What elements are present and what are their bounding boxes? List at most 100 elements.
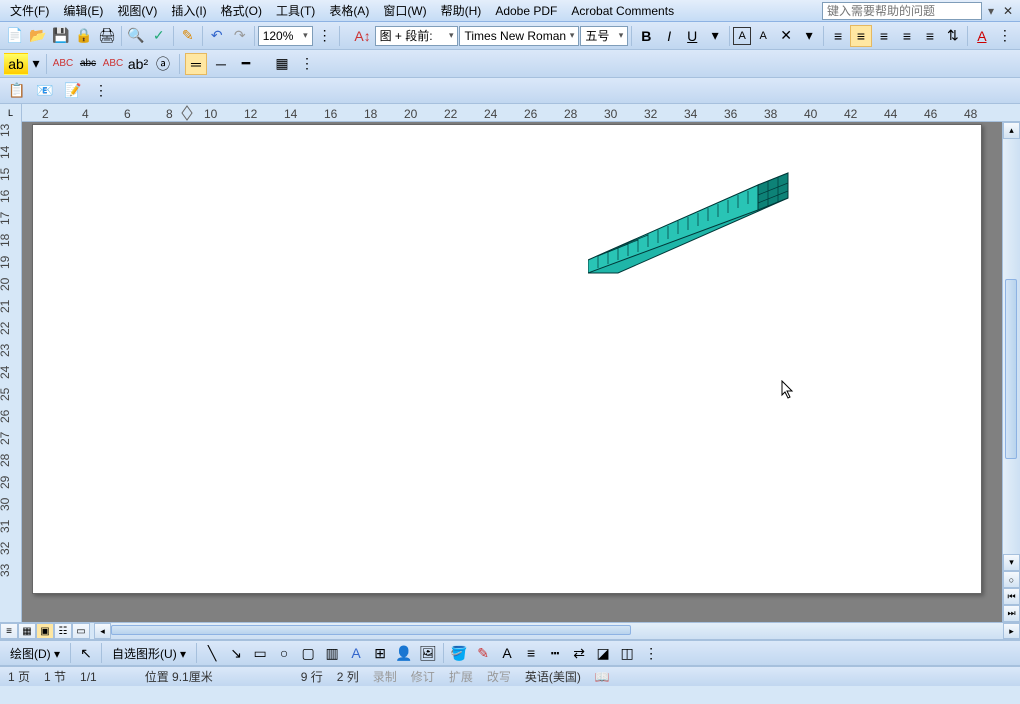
next-page-button[interactable]: ⏭ [1003, 605, 1020, 622]
char-border-button[interactable]: A [733, 27, 751, 45]
status-language[interactable]: 英语(美国) [525, 668, 581, 685]
underline-button[interactable]: U [681, 25, 703, 47]
save-button[interactable]: 💾 [50, 25, 72, 47]
status-extend[interactable]: 扩展 [449, 668, 473, 685]
textbox-tool-button[interactable]: ▢ [297, 642, 319, 664]
toolbar2-options[interactable]: ⋮ [296, 53, 318, 75]
spelling2-button[interactable]: ABC [52, 53, 74, 75]
border-none-button[interactable]: ═ [185, 53, 207, 75]
dash-style-button[interactable]: ┅ [544, 642, 566, 664]
menu-table[interactable]: 表格(A) [323, 0, 375, 21]
char-scale-button[interactable]: ✕ [775, 25, 797, 47]
prev-page-button[interactable]: ⏮ [1003, 588, 1020, 605]
pdf-toolbar-options[interactable]: ⋮ [90, 80, 112, 102]
draw-menu-button[interactable]: 绘图(D) ▾ [4, 643, 66, 664]
char-superscript-button[interactable]: ABC [102, 53, 124, 75]
draw-toolbar-options[interactable]: ⋮ [640, 642, 662, 664]
undo-button[interactable]: ↶ [206, 25, 228, 47]
open-button[interactable]: 📂 [27, 25, 49, 47]
diagram-button[interactable]: ⊞ [369, 642, 391, 664]
toolbar-options-button[interactable]: ⋮ [314, 25, 336, 47]
autoshapes-button[interactable]: 自选图形(U) ▾ [106, 643, 192, 664]
picture-button[interactable]: 🖼 [417, 642, 439, 664]
toolbar-options-2[interactable]: ⋮ [994, 25, 1016, 47]
fill-color-button[interactable]: 🪣 [448, 642, 470, 664]
align-left-button[interactable]: ≡ [827, 25, 849, 47]
document-page[interactable] [32, 124, 982, 594]
align-right-button[interactable]: ≡ [873, 25, 895, 47]
phonetic-button[interactable]: ⓐ [152, 53, 174, 75]
line-style-button[interactable]: ≡ [520, 642, 542, 664]
vertical-scrollbar[interactable]: ▴ ▾ ○ ⏮ ⏭ [1002, 122, 1020, 622]
menu-insert[interactable]: 插入(I) [165, 0, 212, 21]
oval-tool-button[interactable]: ○ [273, 642, 295, 664]
scroll-down-button[interactable]: ▾ [1003, 554, 1020, 571]
char-dropdown-button[interactable]: ▾ [798, 25, 820, 47]
help-search-input[interactable] [822, 2, 982, 20]
align-center-button[interactable]: ≡ [850, 25, 872, 47]
char-shading-button[interactable]: A [752, 25, 774, 47]
align-distribute-button[interactable]: ≡ [919, 25, 941, 47]
font-color-draw-button[interactable]: A [496, 642, 518, 664]
print-layout-view-button[interactable]: ▣ [36, 623, 54, 639]
scroll-left-button[interactable]: ◂ [94, 623, 111, 639]
font-size-combo[interactable]: 五号▾ [580, 26, 628, 46]
spelling-button[interactable]: ✓ [148, 25, 170, 47]
pdf-email-button[interactable]: 📧 [34, 80, 56, 102]
permission-button[interactable]: 🔒 [73, 25, 95, 47]
print-button[interactable]: 🖨 [96, 25, 118, 47]
status-overwrite[interactable]: 改写 [487, 668, 511, 685]
font-combo[interactable]: Times New Roman▾ [459, 26, 579, 46]
border-thin-button[interactable]: ─ [210, 53, 232, 75]
italic-button[interactable]: I [658, 25, 680, 47]
menu-format[interactable]: 格式(O) [215, 0, 268, 21]
menu-tools[interactable]: 工具(T) [270, 0, 321, 21]
h-ruler-scale[interactable]: 2468 10121416 18202224 26283032 34363840… [22, 104, 1020, 121]
wordart-button[interactable]: A [345, 642, 367, 664]
select-objects-button[interactable]: ↖ [75, 642, 97, 664]
bold-button[interactable]: B [635, 25, 657, 47]
pdf-convert-button[interactable]: 📋 [6, 80, 28, 102]
combine-chars-button[interactable]: ab² [127, 53, 149, 75]
3d-beam-shape[interactable] [588, 165, 808, 275]
status-record[interactable]: 录制 [373, 668, 397, 685]
normal-view-button[interactable]: ≡ [0, 623, 18, 639]
font-effects-button[interactable]: ▾ [704, 25, 726, 47]
help-dropdown-icon[interactable]: ▾ [984, 4, 998, 18]
outline-view-button[interactable]: ☷ [54, 623, 72, 639]
styles-pane-button[interactable]: A↕ [352, 25, 374, 47]
columns-button[interactable]: ▦ [271, 53, 293, 75]
horizontal-scrollbar[interactable]: ◂ ▸ [94, 623, 1020, 639]
menu-adobe-pdf[interactable]: Adobe PDF [489, 2, 563, 20]
web-view-button[interactable]: ▦ [18, 623, 36, 639]
scroll-right-button[interactable]: ▸ [1003, 623, 1020, 639]
close-doc-button[interactable]: ✕ [1000, 4, 1016, 18]
3d-button[interactable]: ◫ [616, 642, 638, 664]
menu-edit[interactable]: 编辑(E) [57, 0, 109, 21]
status-spellcheck-icon[interactable]: 📖 [595, 670, 610, 684]
menu-view[interactable]: 视图(V) [111, 0, 163, 21]
menu-window[interactable]: 窗口(W) [377, 0, 432, 21]
document-viewport[interactable] [22, 122, 1002, 622]
align-justify-button[interactable]: ≡ [896, 25, 918, 47]
border-med-button[interactable]: ━ [235, 53, 257, 75]
vertical-textbox-button[interactable]: ▥ [321, 642, 343, 664]
redo-button[interactable]: ↷ [229, 25, 251, 47]
line-tool-button[interactable]: ╲ [201, 642, 223, 664]
scroll-up-button[interactable]: ▴ [1003, 122, 1020, 139]
print-preview-button[interactable]: 🔍 [125, 25, 147, 47]
zoom-combo[interactable]: 120%▾ [258, 26, 313, 46]
research-button[interactable]: ✎ [177, 25, 199, 47]
clipart-button[interactable]: 👤 [393, 642, 415, 664]
style-combo[interactable]: 图 + 段前:▾ [375, 26, 459, 46]
highlight-button[interactable]: ab [4, 53, 28, 75]
arrow-style-button[interactable]: ⇄ [568, 642, 590, 664]
pdf-review-button[interactable]: 📝 [62, 80, 84, 102]
font-color-button[interactable]: A [971, 25, 993, 47]
indent-marker-icon[interactable] [180, 104, 194, 121]
rectangle-tool-button[interactable]: ▭ [249, 642, 271, 664]
reading-view-button[interactable]: ▭ [72, 623, 90, 639]
status-revision[interactable]: 修订 [411, 668, 435, 685]
shadow-button[interactable]: ◪ [592, 642, 614, 664]
vscroll-track[interactable] [1003, 139, 1020, 554]
